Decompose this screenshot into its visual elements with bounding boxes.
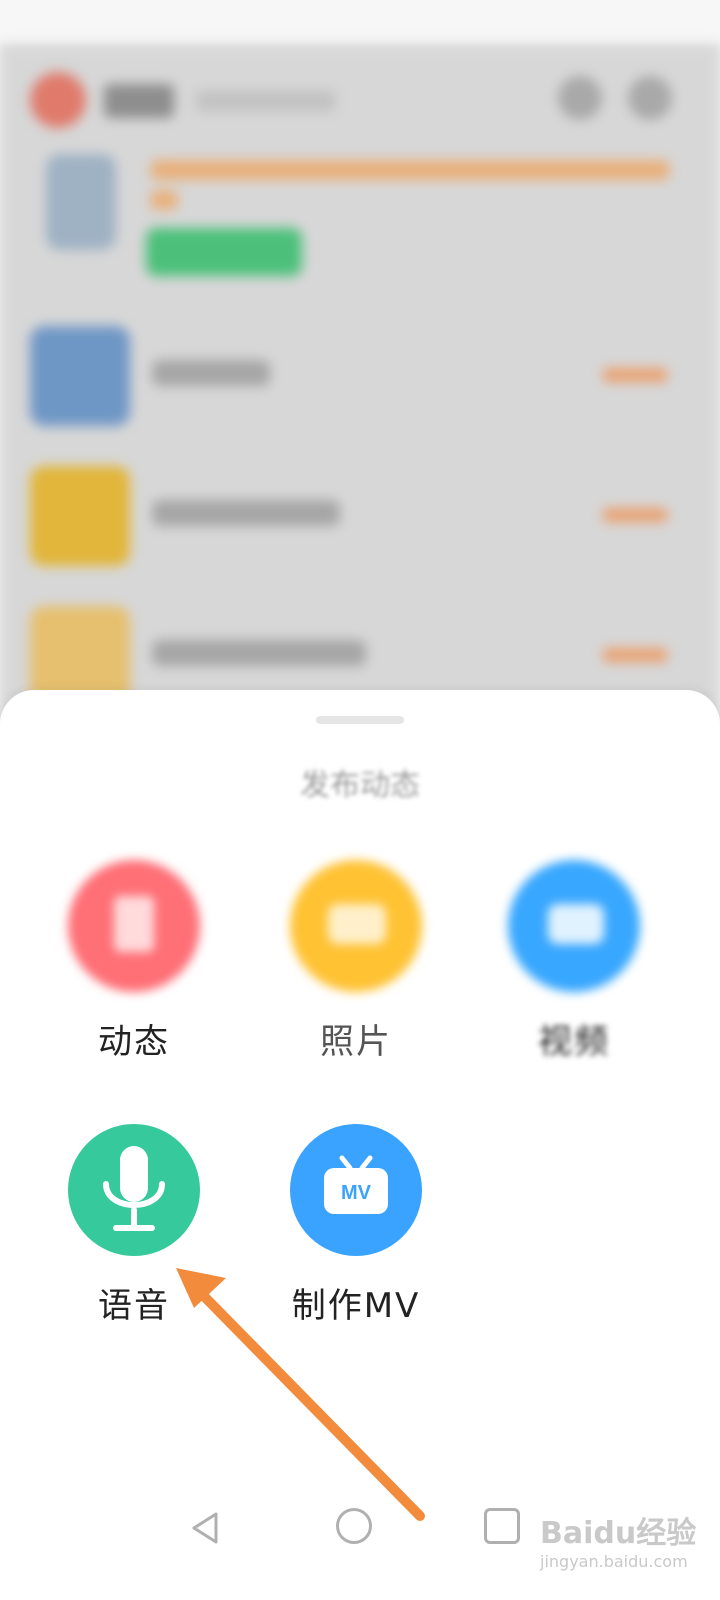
microphone-glyph <box>103 1146 165 1231</box>
mv-tv-icon: MV <box>290 1124 422 1256</box>
list-item <box>0 466 720 586</box>
header-icon <box>558 76 602 120</box>
banner-thumbnail <box>46 154 116 250</box>
list-thumbnail <box>30 466 130 566</box>
list-item-action <box>602 368 668 382</box>
watermark-url: jingyan.baidu.com <box>540 1552 688 1571</box>
post-icon <box>68 860 200 992</box>
back-icon[interactable] <box>186 1508 226 1548</box>
baidu-watermark: Baidu经验 jingyan.baidu.com <box>540 1508 716 1588</box>
list-thumbnail <box>30 326 130 426</box>
video-icon <box>508 860 640 992</box>
photo-icon <box>290 860 422 992</box>
blurred-banner <box>0 142 720 292</box>
video-icon-glyph <box>548 904 604 944</box>
sheet-handle[interactable] <box>316 716 404 724</box>
list-item-text <box>152 360 270 386</box>
header-icon <box>628 76 672 120</box>
blurred-title <box>104 84 174 118</box>
banner-text <box>150 190 178 210</box>
post-action[interactable]: 动态 <box>54 860 214 1062</box>
photo-icon-glyph <box>328 904 386 944</box>
sheet-title: 发布动态 <box>300 768 420 803</box>
home-icon[interactable] <box>336 1508 372 1544</box>
list-item <box>0 326 720 446</box>
recent-apps-icon[interactable] <box>484 1508 520 1544</box>
blurred-subtitle <box>196 90 336 112</box>
mv-badge-text: MV <box>341 1182 372 1204</box>
avatar <box>30 72 86 128</box>
video-action[interactable]: 视频 <box>494 860 654 1062</box>
photo-label: 照片 <box>320 1022 392 1062</box>
arrow-annotation <box>176 1268 425 1521</box>
banner-text <box>150 160 670 180</box>
watermark-brand: Baidu经验 <box>540 1516 697 1551</box>
list-item-action <box>602 648 668 662</box>
status-bar <box>0 0 720 44</box>
list-item-text <box>152 640 366 666</box>
post-icon-glyph <box>114 896 154 952</box>
list-item-text <box>152 500 340 526</box>
background-screen <box>0 44 720 724</box>
post-label: 动态 <box>98 1022 170 1062</box>
list-item-action <box>602 508 668 522</box>
banner-button <box>146 228 302 276</box>
mv-tv-glyph: MV <box>324 1155 388 1214</box>
photo-action[interactable]: 照片 <box>276 860 436 1062</box>
video-label: 视频 <box>538 1022 610 1062</box>
blurred-header <box>0 62 720 142</box>
microphone-icon <box>68 1124 200 1256</box>
